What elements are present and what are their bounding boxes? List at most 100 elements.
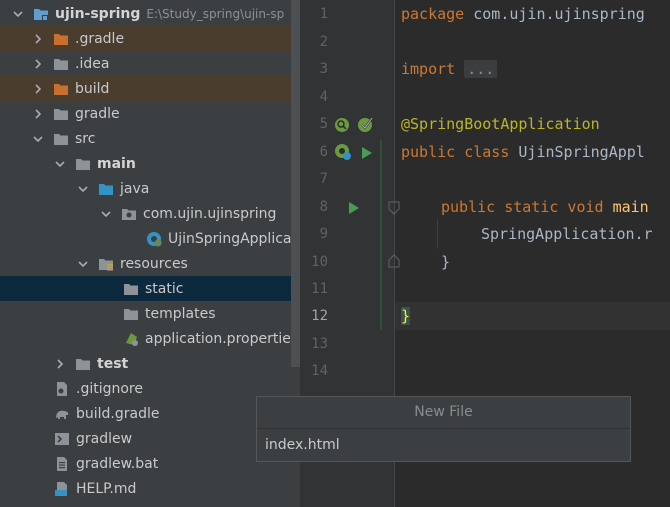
- tree-item-resources[interactable]: resources: [0, 251, 300, 276]
- source-folder-icon: [98, 181, 114, 197]
- folder-icon: [75, 356, 91, 372]
- project-path: E:\Study_spring\ujin-sp: [146, 6, 285, 21]
- line-number: 8: [319, 199, 328, 215]
- chevron-right-icon[interactable]: [32, 33, 44, 45]
- code-token: SpringApplication.r: [481, 225, 653, 243]
- chevron-down-icon[interactable]: [32, 133, 44, 145]
- tree-item-label: .gradle: [75, 30, 125, 47]
- code-token: main: [603, 198, 649, 216]
- tree-item-src[interactable]: src: [0, 126, 300, 151]
- file-name-input[interactable]: index.html: [265, 437, 340, 453]
- scope-indicator: [380, 140, 382, 330]
- tree-item-gradlew[interactable]: gradlew: [0, 426, 300, 451]
- dialog-title: New File: [257, 397, 630, 429]
- code-line-11: }: [441, 249, 450, 276]
- chevron-right-icon[interactable]: [32, 58, 44, 70]
- tree-item-build-gradle[interactable]: build.gradle: [0, 401, 300, 426]
- tree-item-templates[interactable]: templates: [0, 301, 300, 326]
- code-line-1: package com.ujin.ujinspring: [401, 1, 645, 28]
- folder-icon: [123, 281, 139, 297]
- tree-item-label: gradlew: [76, 430, 133, 447]
- gradle-elephant-icon: [54, 406, 70, 422]
- line-number: 12: [311, 308, 328, 324]
- bean-search-icon[interactable]: [334, 117, 352, 137]
- tree-item-static[interactable]: static: [0, 276, 300, 301]
- line-number: 3: [319, 61, 328, 77]
- line-number: 11: [311, 281, 328, 297]
- tree-item-root[interactable]: ujin-spring E:\Study_spring\ujin-sp: [0, 1, 300, 26]
- spring-properties-icon: [123, 331, 139, 347]
- fold-collapse-icon[interactable]: [388, 200, 400, 219]
- folded-imports[interactable]: ...: [464, 60, 498, 78]
- tree-item-application-properties[interactable]: application.properties: [0, 326, 300, 351]
- tree-item-label: templates: [145, 305, 216, 322]
- tree-item-help-md[interactable]: HELP.md: [0, 476, 300, 501]
- bean-check-icon[interactable]: [357, 115, 375, 137]
- tree-item-label: java: [120, 180, 150, 197]
- chevron-right-icon[interactable]: [54, 358, 66, 370]
- tree-item-application-class[interactable]: UjinSpringApplicati: [0, 226, 300, 251]
- folder-icon: [53, 31, 69, 47]
- line-number: 4: [319, 89, 328, 105]
- package-icon: [121, 206, 137, 222]
- chevron-right-icon[interactable]: [32, 108, 44, 120]
- tree-item-idea[interactable]: .idea: [0, 51, 300, 76]
- code-line-7: public class UjinSpringAppl: [401, 139, 645, 166]
- run-main-icon[interactable]: [348, 200, 360, 219]
- code-token: import: [401, 60, 456, 78]
- chevron-down-icon[interactable]: [12, 8, 24, 20]
- tree-item-label: UjinSpringApplicati: [168, 230, 300, 247]
- folder-icon: [53, 81, 69, 97]
- line-number: 1: [319, 6, 328, 22]
- line-number: 6: [319, 144, 328, 160]
- line-number: 14: [311, 363, 328, 379]
- resources-folder-icon: [98, 256, 114, 272]
- gitignore-file-icon: [54, 381, 70, 397]
- tree-item-gradle-cache[interactable]: .gradle: [0, 26, 300, 51]
- chevron-right-icon[interactable]: [32, 83, 44, 95]
- tree-item-gitignore[interactable]: .gitignore: [0, 376, 300, 401]
- line-number: 7: [319, 171, 328, 187]
- code-line-6: @SpringBootApplication: [401, 111, 600, 138]
- code-token: package: [401, 5, 465, 23]
- tree-item-label: test: [97, 355, 129, 372]
- terminal-file-icon: [54, 431, 70, 447]
- module-folder-icon: [33, 6, 49, 22]
- project-panel-scrollbar[interactable]: [291, 0, 300, 367]
- tree-item-gradle[interactable]: gradle: [0, 101, 300, 126]
- tree-item-label: gradle: [75, 105, 120, 122]
- code-token: UjinSpringAppl: [509, 143, 645, 161]
- indent-guide: [437, 219, 438, 249]
- line-number: 9: [319, 226, 328, 242]
- chevron-down-icon[interactable]: [100, 208, 112, 220]
- text-file-icon: [54, 456, 70, 472]
- tree-item-build[interactable]: build: [0, 76, 300, 101]
- code-token: @SpringBootApplication: [401, 115, 600, 133]
- tree-item-package[interactable]: com.ujin.ujinspring: [0, 201, 300, 226]
- tree-item-label: application.properties: [145, 330, 299, 347]
- tree-item-main[interactable]: main: [0, 151, 300, 176]
- tree-item-test[interactable]: test: [0, 351, 300, 376]
- project-panel: ujin-spring E:\Study_spring\ujin-sp .gra…: [0, 0, 300, 507]
- tree-item-gradlew-bat[interactable]: gradlew.bat: [0, 451, 300, 476]
- markdown-file-icon: [54, 481, 70, 497]
- code-token: public class: [401, 143, 510, 161]
- line-number: 10: [311, 254, 328, 270]
- chevron-down-icon[interactable]: [54, 158, 66, 170]
- folder-icon: [75, 156, 91, 172]
- chevron-down-icon[interactable]: [77, 183, 89, 195]
- spring-bean-icon[interactable]: [334, 143, 352, 165]
- chevron-down-icon[interactable]: [77, 258, 89, 270]
- code-token: }: [401, 307, 411, 325]
- fold-expand-icon[interactable]: [388, 253, 400, 272]
- code-token: com.ujin.ujinspring: [464, 5, 645, 23]
- tree-item-label: HELP.md: [76, 480, 137, 497]
- code-line-3: import ...: [401, 56, 498, 83]
- tree-item-label: ujin-spring: [55, 5, 141, 22]
- tree-item-java[interactable]: java: [0, 176, 300, 201]
- run-icon[interactable]: [361, 145, 373, 164]
- tree-item-label: main: [97, 155, 136, 172]
- line-number: 13: [311, 336, 328, 352]
- line-number: 5: [319, 116, 328, 132]
- folder-icon: [53, 106, 69, 122]
